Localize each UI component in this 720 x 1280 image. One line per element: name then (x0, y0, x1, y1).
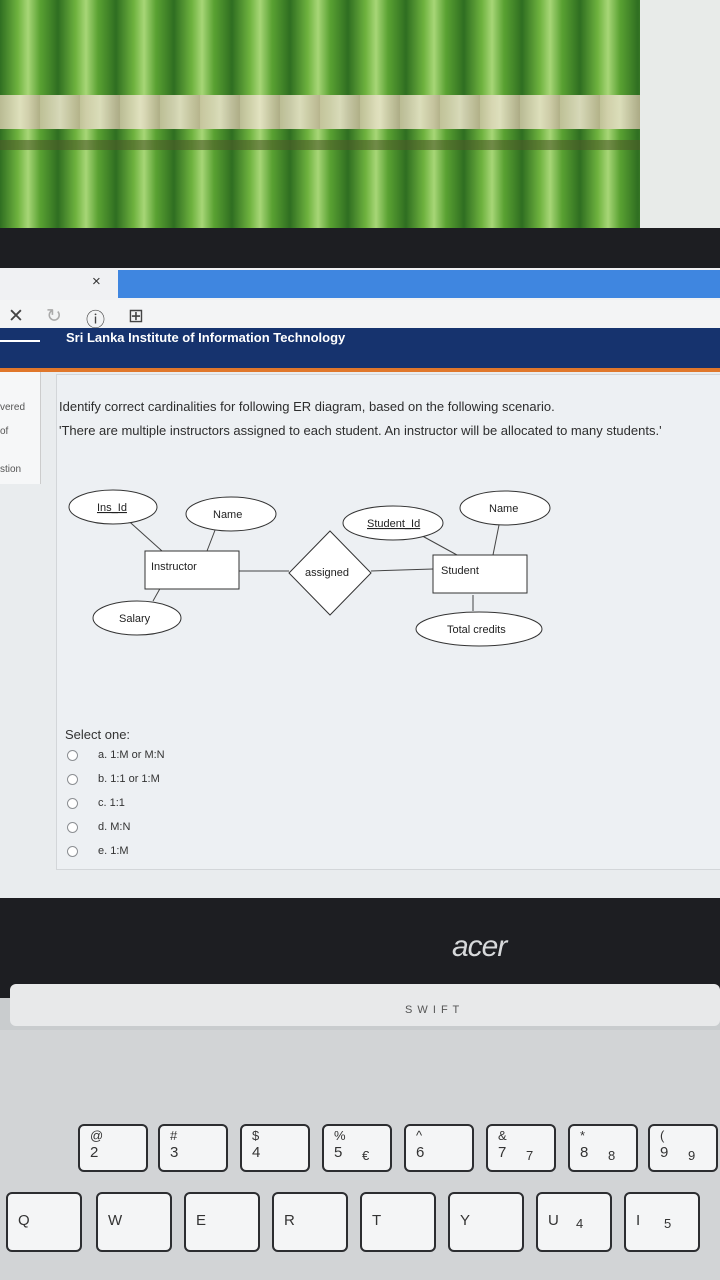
tab-close-icon[interactable]: × (92, 273, 101, 290)
answer-option-c[interactable]: c. 1:1 (67, 797, 125, 815)
info-text: of (0, 426, 9, 437)
key-6[interactable]: ^ 6 (404, 1124, 474, 1172)
key-3[interactable]: #3 (158, 1124, 228, 1172)
answer-option-a[interactable]: a. 1:M or M:N (67, 749, 165, 767)
key-2[interactable]: @2 (78, 1124, 148, 1172)
page-icon[interactable]: ⊞ (128, 305, 144, 328)
radio-button[interactable] (67, 773, 78, 785)
option-label: c. 1:1 (98, 797, 125, 810)
question-box: Identify correct cardinalities for follo… (56, 374, 720, 870)
reload-icon[interactable]: ↻ (46, 305, 62, 328)
answer-option-b[interactable]: b. 1:1 or 1:M (67, 773, 160, 791)
info-text: vered (0, 402, 26, 413)
header-accent-line (0, 368, 720, 372)
er-diagram: Instructor Student assigned Ins_Id Name … (68, 489, 551, 647)
curtain-stripe (0, 95, 720, 129)
answer-option-d[interactable]: d. M:N (67, 821, 130, 839)
key-e[interactable]: E (184, 1192, 260, 1252)
radio-button[interactable] (67, 749, 78, 761)
key-8[interactable]: * 8 8 (568, 1124, 638, 1172)
key-i[interactable]: I5 (624, 1192, 700, 1252)
key-7[interactable]: & 7 7 (486, 1124, 556, 1172)
brand-logo: acer (452, 930, 507, 963)
option-label: b. 1:1 or 1:M (98, 773, 160, 786)
close-icon[interactable]: ✕ (8, 305, 24, 328)
answer-option-e[interactable]: e. 1:M (67, 845, 129, 863)
key-4[interactable]: $4 (240, 1124, 310, 1172)
laptop-hinge (10, 984, 720, 1026)
key-q[interactable]: Q (6, 1192, 82, 1252)
tab-bar: × (0, 268, 720, 300)
attribute-ins-id-label: Ins_Id (97, 502, 127, 514)
option-label: e. 1:M (98, 845, 129, 858)
key-r[interactable]: R (272, 1192, 348, 1252)
site-header: Sri Lanka Institute of Information Techn… (0, 328, 720, 372)
er-connector (370, 568, 434, 572)
keyboard-deck: @2 #3 $4 % 5 € ^ 6 & 7 7 * 8 8 (9 9 Q W E R T Y … (0, 1030, 720, 1280)
radio-button[interactable] (67, 845, 78, 857)
option-label: d. M:N (98, 821, 131, 834)
radio-button[interactable] (67, 821, 78, 833)
tab-strip (118, 270, 720, 298)
key-t[interactable]: T (360, 1192, 436, 1252)
attribute-student-id-label: Student_Id (367, 518, 420, 530)
radio-button[interactable] (67, 797, 78, 809)
option-label: a. 1:M or M:N (98, 749, 165, 762)
key-9[interactable]: (9 9 (648, 1124, 718, 1172)
laptop-screen: × ✕ ↻ ⓘ ⊞ Sri Lanka Institute of Informa… (0, 268, 720, 898)
attribute-total-credits-label: Total credits (447, 624, 506, 636)
key-5[interactable]: % 5 € (322, 1124, 392, 1172)
site-title: Sri Lanka Institute of Information Techn… (66, 330, 346, 345)
entity-instructor-label: Instructor (151, 561, 197, 573)
background-wall (640, 0, 720, 240)
er-connector (492, 524, 500, 556)
key-w[interactable]: W (96, 1192, 172, 1252)
function-key-labels: S W I F T (405, 1004, 461, 1016)
relationship-label: assigned (305, 567, 349, 579)
attribute-name-label: Name (213, 509, 242, 521)
curtain-stripe (0, 140, 720, 150)
attribute-name-label: Name (489, 503, 518, 515)
key-u[interactable]: U4 (536, 1192, 612, 1252)
background-curtain (0, 0, 720, 240)
key-y[interactable]: Y (448, 1192, 524, 1252)
info-text: stion (0, 464, 22, 475)
attribute-salary-label: Salary (119, 613, 151, 625)
site-logo (0, 328, 40, 342)
question-info-panel: vered of stion (0, 372, 41, 484)
entity-student-label: Student (441, 565, 479, 577)
select-one-label: Select one: (65, 727, 131, 742)
